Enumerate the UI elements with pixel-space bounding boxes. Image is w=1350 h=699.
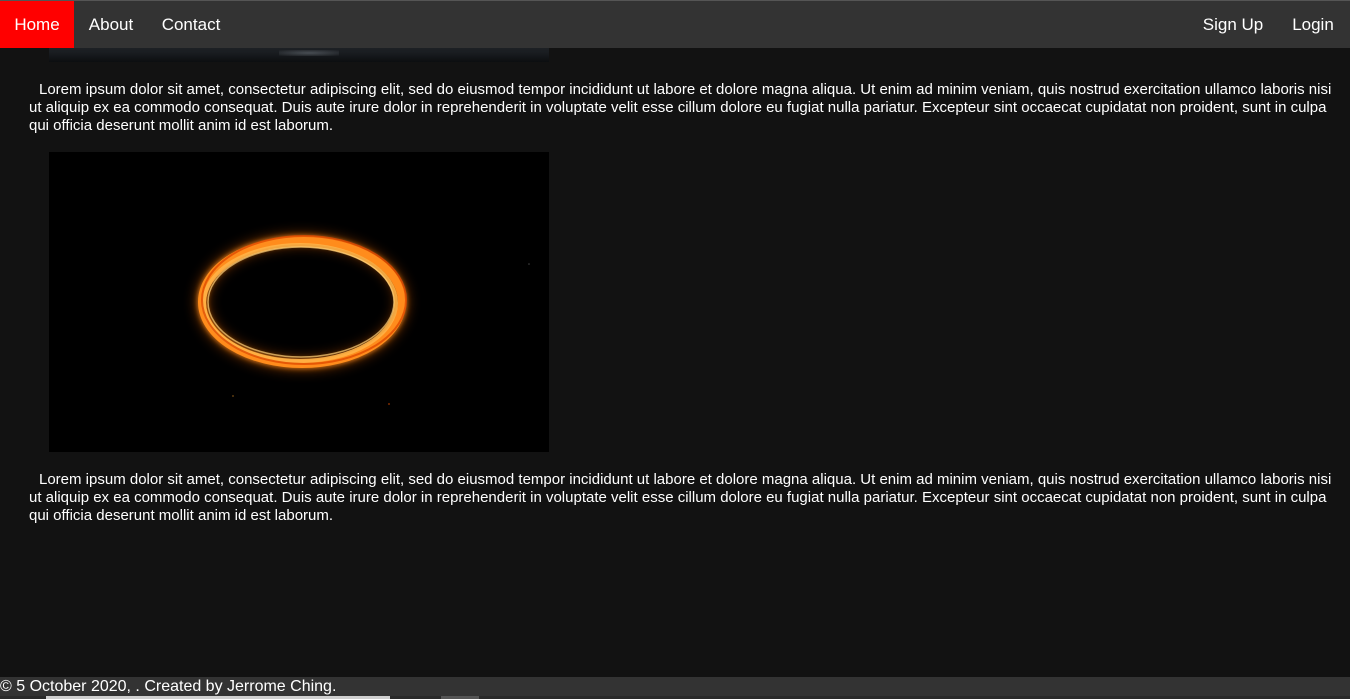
nav-home-link[interactable]: Home — [0, 1, 74, 48]
footer-copyright: © 5 October 2020, . Created by Jerrome C… — [0, 678, 337, 695]
main-content: Lorem ipsum dolor sit amet, consectetur … — [0, 0, 1350, 677]
nav-login-link[interactable]: Login — [1276, 1, 1350, 48]
nav-signup-link[interactable]: Sign Up — [1190, 1, 1276, 48]
paragraph-1: Lorem ipsum dolor sit amet, consectetur … — [29, 81, 1332, 134]
nav-about-link[interactable]: About — [74, 1, 148, 48]
nav-contact-link[interactable]: Contact — [148, 1, 234, 48]
paragraph-2: Lorem ipsum dolor sit amet, consectetur … — [29, 471, 1332, 524]
footer: © 5 October 2020, . Created by Jerrome C… — [0, 677, 1350, 699]
fire-ring-image — [49, 152, 549, 452]
top-navigation-bar: Home About Contact Sign Up Login — [0, 0, 1350, 48]
